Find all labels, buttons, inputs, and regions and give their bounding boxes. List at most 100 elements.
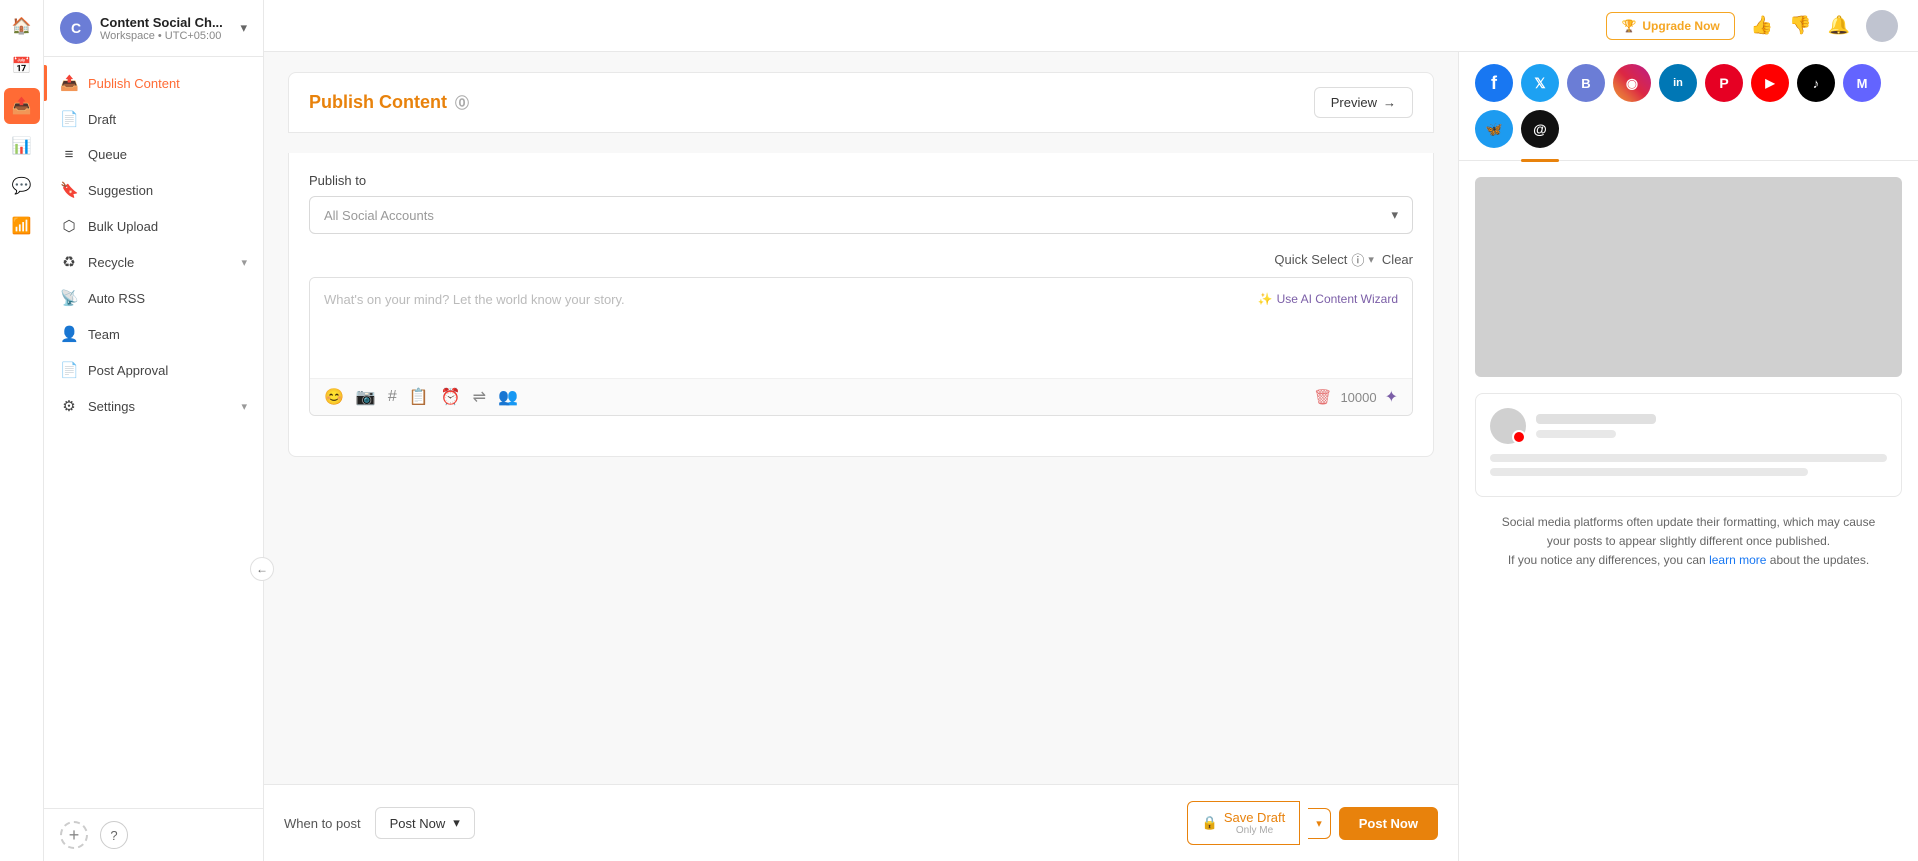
workspace-avatar: C	[60, 12, 92, 44]
when-to-post-row: When to post Post Now ▾ 🔒 Save Draft Onl…	[264, 784, 1458, 861]
tab-bluebird[interactable]: 🦋	[1475, 110, 1513, 148]
notifications-icon[interactable]: 🔔	[1828, 15, 1850, 36]
ai-content-wizard-button[interactable]: ✨ Use AI Content Wizard	[1258, 292, 1398, 306]
tab-mastodon[interactable]: M	[1843, 64, 1881, 102]
form-card: Publish to All Social Accounts ▾ Quick S…	[288, 153, 1434, 457]
tab-pinterest[interactable]: P	[1705, 64, 1743, 102]
main-content: 🏆 Upgrade Now 👍 👎 🔔 Publish Content ⓪ Pr…	[264, 0, 1918, 861]
icon-rail: 🏠 📅 📤 📊 💬 📶	[0, 0, 44, 861]
post-text-area[interactable]: What's on your mind? Let the world know …	[310, 278, 1412, 378]
info-icon: ⓘ	[1351, 250, 1364, 269]
mentions-icon[interactable]: 👥	[498, 387, 518, 407]
schedule-icon[interactable]: ⏰	[441, 387, 461, 407]
sidebar-item-publish[interactable]: 📤 Publish Content	[44, 65, 263, 101]
publish-form: Publish Content ⓪ Preview → Publish to A…	[264, 52, 1458, 861]
social-notice: Social media platforms often update thei…	[1475, 497, 1902, 587]
learn-more-link[interactable]: learn more	[1709, 553, 1766, 567]
thumbs-up-icon[interactable]: 👍	[1751, 15, 1773, 36]
save-draft-dropdown-button[interactable]: ▾	[1308, 808, 1331, 839]
preview-user-row	[1490, 408, 1887, 444]
sidebar-item-queue[interactable]: ≡ Queue	[44, 137, 263, 172]
repost-icon[interactable]: ⇌	[473, 387, 486, 407]
tab-threads[interactable]: @	[1521, 110, 1559, 148]
sidebar-item-suggestion[interactable]: 🔖 Suggestion	[44, 172, 263, 208]
clear-button[interactable]: Clear	[1382, 252, 1413, 267]
preview-image	[1475, 177, 1902, 377]
tab-linkedin[interactable]: in	[1659, 64, 1697, 102]
sidebar-item-autorss[interactable]: 📡 Auto RSS	[44, 280, 263, 316]
quick-select-row: Quick Select ⓘ ▾ Clear	[309, 250, 1413, 269]
draft-icon: 📄	[60, 110, 78, 128]
text-toolbar: 😊 📷 # 📋 ⏰ ⇌ 👥 🗑 10000 ✦	[310, 378, 1412, 415]
tab-facebook[interactable]: f	[1475, 64, 1513, 102]
settings-chevron-icon: ▾	[241, 400, 247, 413]
nav-items: 📤 Publish Content 📄 Draft ≡ Queue 🔖 Sugg…	[44, 57, 263, 808]
preview-user-info	[1536, 414, 1656, 438]
char-count: 10000	[1340, 390, 1376, 405]
image-icon[interactable]: 📷	[356, 387, 376, 407]
nav-icon-analytics[interactable]: 📊	[4, 128, 40, 164]
preview-button[interactable]: Preview →	[1314, 87, 1413, 118]
post-content-area: What's on your mind? Let the world know …	[309, 277, 1413, 416]
post-time-chevron-icon: ▾	[453, 815, 460, 831]
publish-to-placeholder: All Social Accounts	[324, 208, 434, 223]
preview-name-bar	[1536, 414, 1656, 424]
help-circle-icon[interactable]: ⓪	[455, 93, 469, 113]
save-draft-button[interactable]: 🔒 Save Draft Only Me	[1187, 801, 1301, 845]
nav-icon-publish[interactable]: 📤	[4, 88, 40, 124]
sidebar-item-draft[interactable]: 📄 Draft	[44, 101, 263, 137]
suggestion-icon: 🔖	[60, 181, 78, 199]
sidebar-item-approval[interactable]: 📄 Post Approval	[44, 352, 263, 388]
quick-select-label: Quick Select ⓘ ▾	[1274, 250, 1374, 269]
thumbs-down-icon[interactable]: 👎	[1789, 15, 1811, 36]
chevron-down-icon: ▾	[240, 20, 247, 36]
trophy-icon: 🏆	[1621, 19, 1636, 33]
tab-tiktok[interactable]: ♪	[1797, 64, 1835, 102]
trash-icon[interactable]: 🗑	[1313, 388, 1332, 406]
help-button[interactable]: ?	[100, 821, 128, 849]
workspace-sub: Workspace • UTC+05:00	[100, 30, 232, 42]
workspace-name: Content Social Ch...	[100, 15, 232, 30]
recycle-icon: ♻	[60, 253, 78, 271]
social-tabs: f 𝕏 B ◉ in P ▶ ♪ M 🦋 @	[1459, 52, 1918, 161]
toolbar-right: 🗑 10000 ✦	[1313, 387, 1398, 407]
workspace-header[interactable]: C Content Social Ch... Workspace • UTC+0…	[44, 0, 263, 57]
emoji-icon[interactable]: 😊	[324, 387, 344, 407]
sidebar-item-bulk[interactable]: ⬡ Bulk Upload	[44, 208, 263, 244]
preview-content: Social media platforms often update thei…	[1459, 161, 1918, 861]
publish-header: Publish Content ⓪ Preview →	[288, 72, 1434, 133]
sidebar: C Content Social Ch... Workspace • UTC+0…	[44, 0, 264, 861]
add-workspace-button[interactable]: +	[60, 821, 88, 849]
preview-sub-bar	[1536, 430, 1616, 438]
publish-icon: 📤	[60, 74, 78, 92]
collapse-sidebar-button[interactable]: ←	[250, 557, 274, 581]
queue-icon: ≡	[60, 146, 78, 163]
sidebar-item-team[interactable]: 👤 Team	[44, 316, 263, 352]
nav-icon-audio[interactable]: 📶	[4, 208, 40, 244]
preview-text-line-1	[1490, 454, 1887, 462]
sidebar-item-recycle[interactable]: ♻ Recycle ▾	[44, 244, 263, 280]
upgrade-now-button[interactable]: 🏆 Upgrade Now	[1606, 12, 1734, 40]
nav-icon-calendar[interactable]: 📅	[4, 48, 40, 84]
template-icon[interactable]: 📋	[409, 387, 429, 407]
publish-to-label: Publish to	[309, 173, 1413, 188]
quick-select-chevron-icon[interactable]: ▾	[1368, 253, 1374, 266]
tab-twitter[interactable]: 𝕏	[1521, 64, 1559, 102]
publish-page-title: Publish Content ⓪	[309, 92, 469, 113]
preview-post-card	[1475, 393, 1902, 497]
sidebar-item-settings[interactable]: ⚙ Settings ▾	[44, 388, 263, 424]
tab-instagram[interactable]: ◉	[1613, 64, 1651, 102]
nav-icon-home[interactable]: 🏠	[4, 8, 40, 44]
nav-icon-messages[interactable]: 💬	[4, 168, 40, 204]
preview-avatar	[1490, 408, 1526, 444]
post-now-button[interactable]: Post Now	[1339, 807, 1438, 840]
magic-wand-icon[interactable]: ✦	[1385, 387, 1398, 407]
publish-to-select[interactable]: All Social Accounts ▾	[309, 196, 1413, 234]
tab-youtube[interactable]: ▶	[1751, 64, 1789, 102]
workspace-info: Content Social Ch... Workspace • UTC+05:…	[100, 15, 232, 42]
post-time-select[interactable]: Post Now ▾	[375, 807, 475, 839]
user-avatar[interactable]	[1866, 10, 1898, 42]
tab-bluesky[interactable]: B	[1567, 64, 1605, 102]
hashtag-icon[interactable]: #	[388, 388, 397, 406]
when-to-post-label: When to post	[284, 816, 361, 831]
